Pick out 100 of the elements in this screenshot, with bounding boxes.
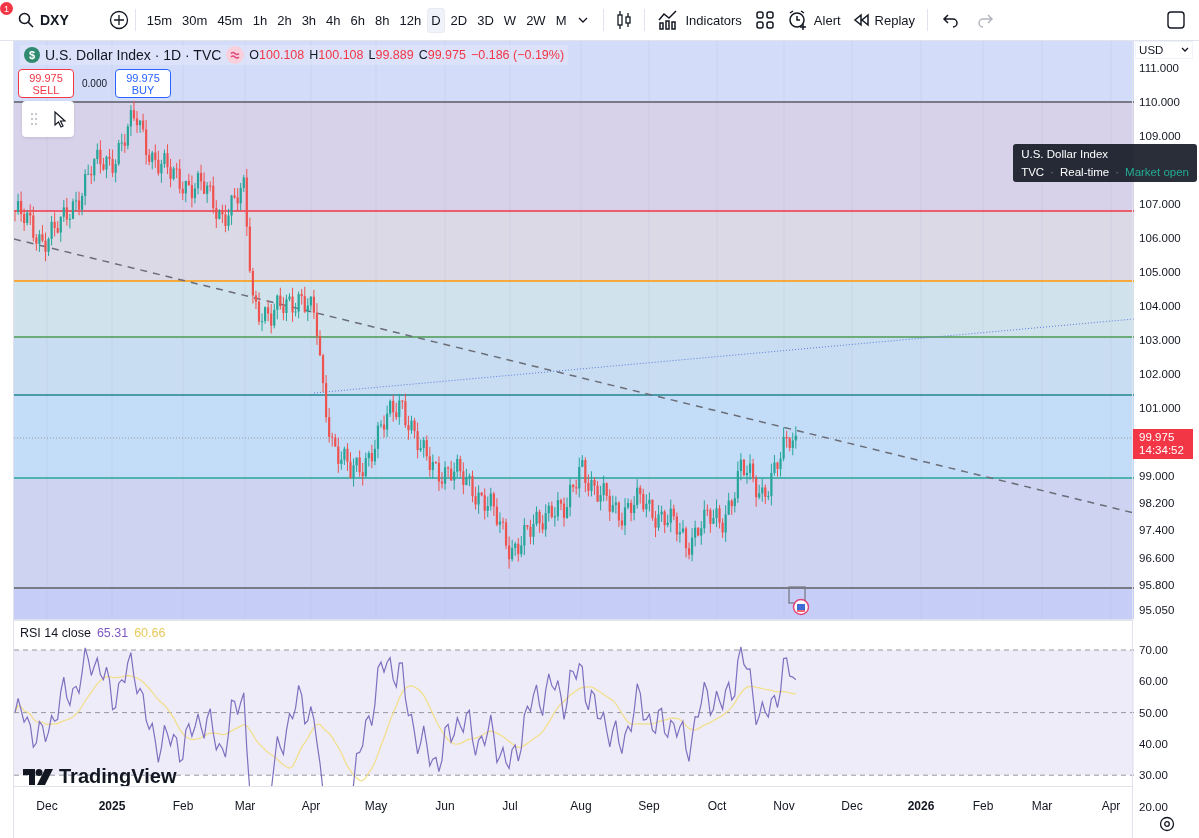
separator-dot: · — [1115, 166, 1120, 178]
interval-tab[interactable]: 8h — [371, 7, 394, 33]
time-axis-label: Mar — [1031, 799, 1053, 813]
rsi-axis-label: 40.00 — [1139, 737, 1168, 750]
rewind-icon — [852, 13, 869, 27]
sell-button[interactable]: 99.975 SELL — [18, 69, 74, 98]
price-axis-label: 99.000 — [1139, 470, 1175, 482]
time-axis-label: Apr — [1101, 799, 1121, 813]
market-status: Market open — [1125, 166, 1189, 178]
price-axis-label: 105.000 — [1139, 266, 1181, 278]
interval-tab[interactable]: 2D — [446, 7, 472, 33]
interval-tab[interactable]: 30m — [178, 7, 212, 33]
ohlc-value: O100.108 — [249, 48, 305, 62]
interval-tab[interactable]: 3D — [473, 7, 498, 33]
time-axis-label: Feb — [172, 799, 194, 813]
rsi-axis-label: 20.00 — [1139, 800, 1168, 813]
ohlc-value: H100.108 — [309, 48, 364, 62]
rsi-value: 65.31 — [96, 626, 129, 640]
interval-tab[interactable]: 15m — [142, 7, 177, 33]
horizontal-level-line[interactable] — [14, 101, 1134, 103]
interval-tab[interactable]: 45m — [213, 7, 247, 33]
indicators-icon — [657, 10, 680, 30]
price-axis-label: 97.400 — [1139, 524, 1175, 537]
tooltip-detail: Real-time — [1060, 166, 1110, 178]
alarm-clock-icon — [787, 10, 808, 30]
price-axis-label: 107.000 — [1139, 198, 1181, 210]
cursor-icon[interactable] — [53, 110, 66, 128]
time-axis-label: Dec — [36, 799, 58, 813]
price-axis-label: 110.000 — [1139, 96, 1180, 108]
rsi-ma-value: 60.66 — [134, 626, 166, 640]
time-axis-label: Apr — [301, 799, 321, 813]
price-change: −0.186 (−0.19%) — [470, 48, 565, 62]
brand-name: TradingView — [59, 765, 177, 788]
rsi-label[interactable]: RSI 14 close — [20, 626, 91, 640]
rsi-axis-label: 60.00 — [1139, 675, 1168, 688]
symbol-field[interactable]: DXY — [40, 12, 69, 28]
price-axis-label: 102.000 — [1139, 368, 1181, 380]
event-flag-icon[interactable] — [788, 586, 812, 616]
interval-tab[interactable]: D — [427, 7, 445, 33]
separator-dot: · — [1050, 166, 1054, 178]
price-axis-label: 101.000 — [1139, 402, 1181, 414]
time-axis-label: Nov — [773, 799, 795, 813]
price-axis-label: 109.000 — [1139, 130, 1181, 142]
currency-dropdown[interactable]: USD — [1135, 41, 1194, 59]
tooltip-title: U.S. Dollar Index — [1021, 148, 1110, 160]
time-axis-label: Aug — [570, 799, 592, 813]
time-axis-label: Feb — [972, 799, 994, 813]
add-symbol-icon[interactable] — [108, 10, 129, 30]
interval-tab[interactable]: 1h — [248, 7, 272, 33]
settings-icon[interactable] — [1159, 816, 1175, 832]
drag-handle-icon[interactable] — [30, 113, 37, 125]
indicators-button[interactable]: Indicators — [651, 6, 748, 34]
time-axis-label: Mar — [234, 799, 256, 813]
spread-value: 0.000 — [82, 78, 108, 89]
square-icon[interactable] — [1167, 11, 1185, 29]
chevron-down-icon[interactable] — [577, 16, 590, 24]
price-axis-label: 95.050 — [1139, 604, 1175, 617]
interval-tab[interactable]: 4h — [322, 7, 345, 33]
ohlc-value: L99.889 — [368, 48, 414, 62]
price-axis-label: 96.600 — [1139, 551, 1175, 564]
interval-tab[interactable]: 3h — [297, 7, 321, 33]
ray-dotted-line[interactable] — [313, 318, 1134, 394]
price-axis-label: 103.000 — [1139, 334, 1181, 346]
time-axis-label: Dec — [841, 799, 863, 813]
replay-button[interactable]: Replay — [846, 8, 922, 32]
interval-tab[interactable]: 2h — [273, 7, 296, 33]
time-axis-label: Jul — [502, 799, 518, 813]
symbol-title[interactable]: U.S. Dollar Index · 1D · TVC — [45, 47, 222, 63]
price-axis-label: 106.000 — [1139, 232, 1181, 244]
interval-tab[interactable]: M — [551, 7, 571, 33]
interval-tab[interactable]: 12h — [395, 7, 426, 33]
interval-tab[interactable]: 2W — [522, 7, 550, 33]
price-axis-label: 98.200 — [1139, 497, 1175, 510]
interval-tab[interactable]: 6h — [346, 7, 370, 33]
notification-badge[interactable]: 1 — [0, 2, 13, 15]
price-axis-label: 104.000 — [1139, 300, 1181, 312]
tooltip-detail: TVC — [1021, 166, 1045, 178]
price-axis-label: 111.000 — [1139, 62, 1179, 74]
grid-icon[interactable] — [755, 11, 774, 29]
time-axis-label: Sep — [638, 799, 660, 813]
alert-button[interactable]: Alert — [781, 6, 847, 34]
time-axis-label: Jun — [435, 799, 455, 813]
trend-line[interactable] — [14, 238, 1134, 514]
interval-tab[interactable]: W — [499, 7, 521, 33]
time-axis-label: 2025 — [98, 799, 126, 813]
current-price-label: 99.975 14:34:52 — [1133, 429, 1194, 459]
buy-button[interactable]: 99.975 BUY — [115, 69, 172, 98]
candlestick-icon[interactable] — [616, 10, 633, 30]
chevron-down-icon — [1181, 47, 1190, 53]
undo-icon[interactable] — [942, 12, 961, 28]
time-axis-label: 2026 — [907, 799, 935, 813]
price-axis-label: 95.800 — [1139, 578, 1175, 591]
search-icon[interactable] — [18, 12, 34, 28]
rsi-axis-label: 70.00 — [1139, 644, 1168, 656]
rsi-axis-label: 50.00 — [1139, 706, 1168, 719]
rsi-axis-label: 30.00 — [1139, 769, 1168, 782]
sync-icon[interactable] — [226, 46, 245, 64]
time-axis-label: May — [364, 799, 388, 813]
ohlc-value: C99.975 — [418, 48, 466, 62]
time-axis-label: Oct — [707, 799, 727, 813]
